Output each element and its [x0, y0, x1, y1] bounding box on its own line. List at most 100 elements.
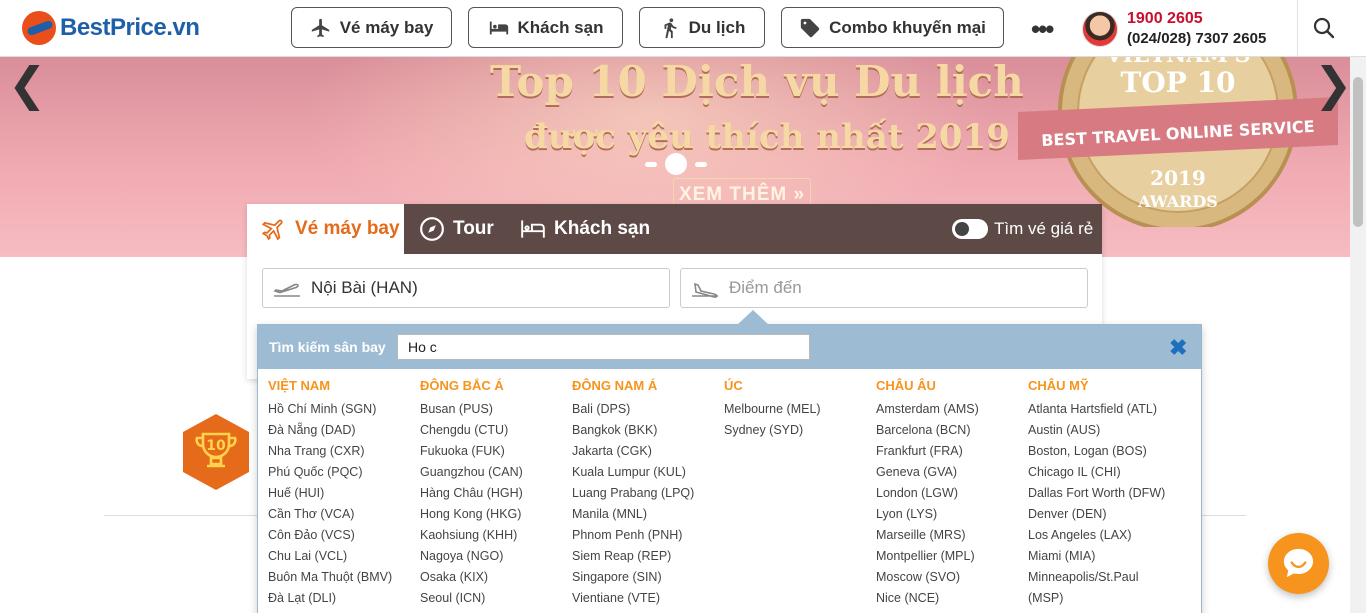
- nav-hotels-button[interactable]: Khách sạn: [468, 7, 623, 48]
- dropdown-caret: [737, 310, 769, 325]
- airport-option[interactable]: Seoul (ICN): [420, 588, 572, 609]
- airport-option[interactable]: Marseille (MRS): [876, 525, 1028, 546]
- carousel-dot[interactable]: [645, 161, 657, 167]
- page-scrollbar[interactable]: [1350, 57, 1366, 613]
- airport-option[interactable]: Fukuoka (FUK): [420, 441, 572, 462]
- airport-option[interactable]: Hồ Chí Minh (SGN): [268, 399, 420, 420]
- hotline-number[interactable]: 1900 2605: [1127, 10, 1203, 28]
- carousel-dots: [645, 153, 707, 175]
- airport-option[interactable]: Đà Lạt (DLI): [268, 588, 420, 609]
- airport-option[interactable]: Barcelona (BCN): [876, 420, 1028, 441]
- airport-option[interactable]: Chicago IL (CHI): [1028, 462, 1180, 483]
- plane-icon: [311, 18, 329, 37]
- airport-picker-dropdown: Tìm kiếm sân bay ✖ VIỆT NAM Hồ Chí Minh (…: [257, 324, 1202, 613]
- destination-placeholder: Điểm đến: [729, 278, 802, 297]
- carousel-dot-active[interactable]: [665, 153, 687, 175]
- scrollbar-thumb[interactable]: [1353, 77, 1363, 227]
- hotline-alt-number[interactable]: (024/028) 7307 2605: [1127, 30, 1266, 47]
- bed-icon: [489, 21, 508, 34]
- more-menu-button[interactable]: •••: [1031, 14, 1054, 45]
- airport-option[interactable]: Moscow (SVO): [876, 567, 1028, 588]
- region-title: VIỆT NAM: [268, 378, 331, 393]
- banner-title: Top 10 Dịch vụ Du lịch: [490, 57, 1024, 106]
- carousel-dot[interactable]: [695, 161, 707, 167]
- airport-option[interactable]: Chu Lai (VCL): [268, 546, 420, 567]
- airport-option[interactable]: Hong Kong (HKG): [420, 504, 572, 525]
- airport-option[interactable]: Siem Reap (REP): [572, 546, 724, 567]
- airport-option[interactable]: Kaohsiung (KHH): [420, 525, 572, 546]
- logo[interactable]: BestPrice.vn: [22, 11, 200, 45]
- nav-combo-button[interactable]: Combo khuyến mại: [781, 7, 1004, 48]
- airport-option[interactable]: Dallas Fort Worth (DFW): [1028, 483, 1180, 504]
- close-icon[interactable]: ✖: [1169, 335, 1187, 361]
- airport-option[interactable]: Osaka (KIX): [420, 567, 572, 588]
- airport-option[interactable]: Chengdu (CTU): [420, 420, 572, 441]
- airport-option[interactable]: Nice (NCE): [876, 588, 1028, 609]
- region-title: ĐÔNG NAM Á: [572, 378, 658, 393]
- nav-flights-button[interactable]: Vé máy bay: [291, 7, 452, 48]
- airport-option[interactable]: Melbourne (MEL): [724, 399, 876, 420]
- airport-option[interactable]: Los Angeles (LAX): [1028, 525, 1180, 546]
- airport-option[interactable]: Atlanta Hartsfield (ATL): [1028, 399, 1180, 420]
- airport-option[interactable]: Bangkok (BKK): [572, 420, 724, 441]
- airport-option[interactable]: Nagoya (NGO): [420, 546, 572, 567]
- airport-option[interactable]: Vientiane (VTE): [572, 588, 724, 609]
- airport-option[interactable]: Frankfurt (FRA): [876, 441, 1028, 462]
- award-badge-icon: VIETNAM'S TOP 10 BEST TRAVEL ONLINE SERV…: [1018, 57, 1338, 227]
- chat-button[interactable]: [1268, 533, 1329, 594]
- airport-option[interactable]: Đà Nẵng (DAD): [268, 420, 420, 441]
- carousel-prev-button[interactable]: ❮: [8, 57, 47, 111]
- airport-option[interactable]: Luang Prabang (LPQ): [572, 483, 724, 504]
- cheap-fare-toggle[interactable]: [952, 219, 988, 239]
- airport-option[interactable]: Geneva (GVA): [876, 462, 1028, 483]
- airport-option[interactable]: Miami (MIA): [1028, 546, 1180, 567]
- nav-tours-label: Du lịch: [688, 17, 746, 37]
- airport-option[interactable]: Phú Quốc (PQC): [268, 462, 420, 483]
- airport-option[interactable]: (MSP): [1028, 588, 1180, 609]
- airport-option[interactable]: Lyon (LYS): [876, 504, 1028, 525]
- origin-field[interactable]: Nội Bài (HAN): [262, 268, 670, 308]
- airport-option[interactable]: Kuala Lumpur (KUL): [572, 462, 724, 483]
- airport-search-input[interactable]: [397, 334, 810, 360]
- airport-option[interactable]: Guangzhou (CAN): [420, 462, 572, 483]
- airport-option[interactable]: Singapore (SIN): [572, 567, 724, 588]
- tab-hotels[interactable]: Khách sạn: [520, 204, 680, 254]
- nav-tours-button[interactable]: Du lịch: [639, 7, 765, 48]
- airport-option[interactable]: Hàng Châu (HGH): [420, 483, 572, 504]
- airport-option[interactable]: Côn Đảo (VCS): [268, 525, 420, 546]
- destination-field[interactable]: Điểm đến: [680, 268, 1088, 308]
- tab-tour[interactable]: Tour: [419, 204, 519, 254]
- trophy-10-icon: 10: [183, 414, 249, 490]
- badge-line-5: AWARDS: [1137, 192, 1218, 211]
- airport-option[interactable]: Sydney (SYD): [724, 420, 876, 441]
- tag-icon: [800, 18, 820, 37]
- airport-option[interactable]: Minneapolis/St.Paul: [1028, 567, 1180, 588]
- airport-option[interactable]: Jakarta (CGK): [572, 441, 724, 462]
- support-avatar: [1082, 11, 1118, 47]
- tab-flights[interactable]: Vé máy bay: [247, 204, 404, 254]
- airport-option[interactable]: Phnom Penh (PNH): [572, 525, 724, 546]
- region-column: VIỆT NAM Hồ Chí Minh (SGN) Đà Nẵng (DAD) Nh…: [268, 378, 420, 609]
- origin-value: Nội Bài (HAN): [311, 278, 418, 297]
- logo-mark-icon: [22, 11, 56, 45]
- airport-option[interactable]: Montpellier (MPL): [876, 546, 1028, 567]
- region-column: ĐÔNG NAM Á Bali (DPS) Bangkok (BKK) Jakarta…: [572, 378, 724, 609]
- airport-option[interactable]: London (LGW): [876, 483, 1028, 504]
- airport-option[interactable]: Busan (PUS): [420, 399, 572, 420]
- carousel-next-button[interactable]: ❯: [1314, 57, 1350, 111]
- search-icon[interactable]: [1312, 16, 1336, 40]
- airport-option[interactable]: Nha Trang (CXR): [268, 441, 420, 462]
- airport-option[interactable]: Denver (DEN): [1028, 504, 1180, 525]
- airport-search-label: Tìm kiếm sân bay: [269, 339, 386, 355]
- hiker-icon: [664, 17, 677, 38]
- region-title: CHÂU ÂU: [876, 378, 936, 393]
- airport-option[interactable]: Huế (HUI): [268, 483, 420, 504]
- airport-option[interactable]: Amsterdam (AMS): [876, 399, 1028, 420]
- airport-option[interactable]: Manila (MNL): [572, 504, 724, 525]
- airport-option[interactable]: Boston, Logan (BOS): [1028, 441, 1180, 462]
- airport-option[interactable]: Austin (AUS): [1028, 420, 1180, 441]
- airport-option[interactable]: Bali (DPS): [572, 399, 724, 420]
- airport-option[interactable]: Buôn Ma Thuột (BMV): [268, 567, 420, 588]
- landing-icon: [692, 282, 718, 298]
- airport-option[interactable]: Cần Thơ (VCA): [268, 504, 420, 525]
